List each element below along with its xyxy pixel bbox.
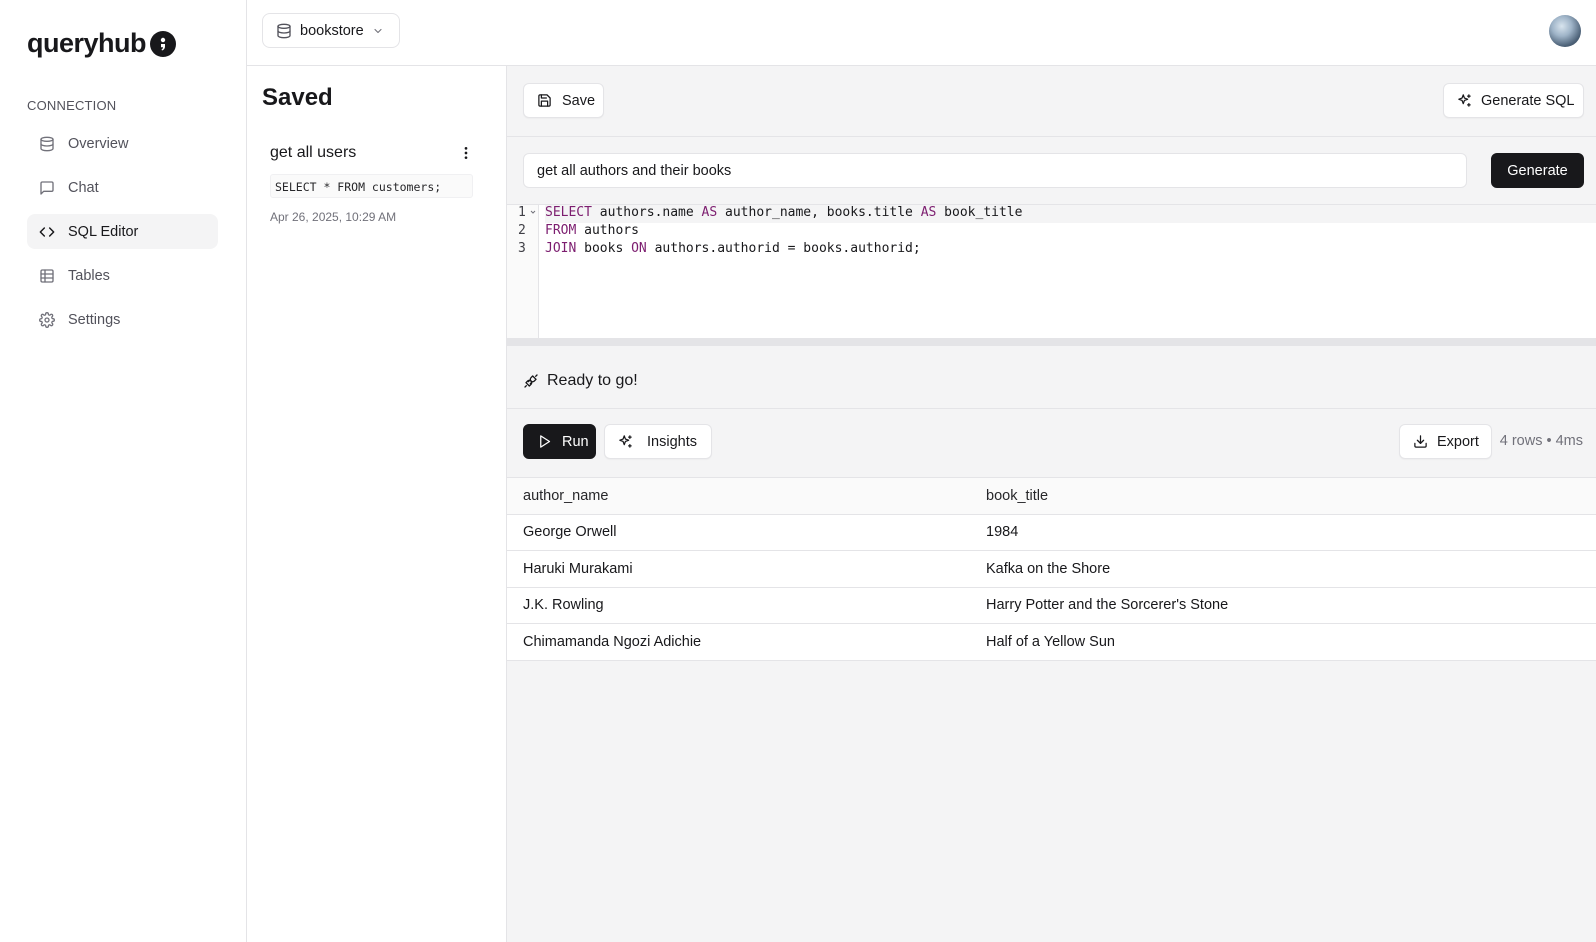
- fold-chevron-icon[interactable]: [529, 208, 537, 216]
- table-header-row: author_name book_title: [507, 477, 1596, 515]
- sidebar-nav: Overview Chat SQL Editor Tables Settings: [27, 126, 218, 346]
- generate-sql-label: Generate SQL: [1481, 92, 1575, 109]
- sidebar-item-label: Chat: [68, 179, 99, 196]
- database-icon: [39, 136, 55, 152]
- editor-toolbar: Save Generate SQL: [507, 66, 1596, 137]
- code-line: SELECT authors.name AS author_name, book…: [545, 205, 1596, 223]
- generate-button-label: Generate: [1507, 162, 1568, 179]
- table-row[interactable]: Haruki Murakami Kafka on the Shore: [507, 550, 1596, 588]
- database-icon: [276, 23, 292, 39]
- run-button-label: Run: [562, 433, 589, 450]
- prompt-input-value: get all authors and their books: [537, 162, 732, 179]
- sidebar-item-tables[interactable]: Tables: [27, 258, 218, 293]
- sidebar-item-settings[interactable]: Settings: [27, 302, 218, 337]
- sparkles-icon: [618, 434, 633, 449]
- save-button[interactable]: Save: [523, 83, 604, 118]
- table-row[interactable]: J.K. Rowling Harry Potter and the Sorcer…: [507, 587, 1596, 624]
- database-select[interactable]: bookstore: [262, 13, 400, 48]
- top-bar: bookstore: [247, 0, 1596, 66]
- logo-badge-icon: [150, 30, 177, 57]
- saved-title: Saved: [262, 84, 333, 111]
- more-vertical-icon[interactable]: [458, 145, 474, 161]
- sidebar-item-sql-editor[interactable]: SQL Editor: [27, 214, 218, 249]
- code-line: JOIN books ON authors.authorid = books.a…: [545, 241, 921, 256]
- column-header[interactable]: author_name: [507, 477, 970, 515]
- line-number: 2: [518, 223, 526, 238]
- generate-button[interactable]: Generate: [1491, 153, 1584, 188]
- avatar[interactable]: [1549, 15, 1581, 47]
- chevron-down-icon: [372, 25, 384, 37]
- insights-button-label: Insights: [647, 433, 697, 450]
- table-row[interactable]: George Orwell 1984: [507, 514, 1596, 551]
- results-actions: Run Insights Export 4 rows • 4ms: [507, 409, 1596, 477]
- code-icon: [39, 224, 55, 240]
- result-meta: 4 rows • 4ms: [1499, 433, 1583, 449]
- status-bar: Ready to go!: [507, 354, 1596, 409]
- table-cell: Half of a Yellow Sun: [970, 623, 1596, 661]
- code-line: FROM authors: [545, 223, 639, 238]
- sidebar-item-label: Overview: [68, 135, 129, 152]
- table-cell: George Orwell: [507, 514, 970, 551]
- prompt-input[interactable]: get all authors and their books: [523, 153, 1467, 188]
- sql-editor[interactable]: 1 2 3 SELECT authors.name AS author_name…: [507, 204, 1596, 346]
- save-button-label: Save: [562, 92, 596, 109]
- table-cell: Harry Potter and the Sorcerer's Stone: [970, 587, 1596, 624]
- results-table: author_name book_title George Orwell 198…: [507, 477, 1596, 661]
- message-icon: [39, 180, 55, 196]
- code-area[interactable]: SELECT authors.name AS author_name, book…: [545, 205, 1596, 259]
- column-header[interactable]: book_title: [970, 477, 1596, 515]
- gear-icon: [39, 311, 55, 328]
- sidebar-item-label: SQL Editor: [68, 223, 139, 240]
- sidebar-item-label: Tables: [68, 267, 110, 284]
- app-name: queryhub: [27, 28, 147, 58]
- results-table-container: author_name book_title George Orwell 198…: [507, 477, 1596, 661]
- status-text: Ready to go!: [547, 372, 638, 389]
- connection-section-label: CONNECTION: [27, 98, 117, 113]
- sidebar-item-label: Settings: [68, 311, 121, 328]
- save-icon: [537, 93, 552, 108]
- line-number: 3: [518, 241, 526, 256]
- table-cell: Kafka on the Shore: [970, 550, 1596, 588]
- plug-icon: [523, 373, 539, 389]
- database-select-value: bookstore: [300, 22, 364, 39]
- saved-query-sql: SELECT * FROM customers;: [270, 174, 473, 198]
- sidebar: queryhub CONNECTION Overview Chat SQL Ed…: [0, 0, 247, 942]
- table-icon: [39, 268, 55, 284]
- insights-button[interactable]: Insights: [604, 424, 712, 459]
- app-logo[interactable]: queryhub: [27, 28, 177, 59]
- table-cell: Haruki Murakami: [507, 550, 970, 588]
- table-cell: 1984: [970, 514, 1596, 551]
- play-icon: [537, 434, 552, 449]
- generate-sql-button[interactable]: Generate SQL: [1443, 83, 1584, 118]
- sidebar-item-overview[interactable]: Overview: [27, 126, 218, 161]
- table-cell: Chimamanda Ngozi Adichie: [507, 623, 970, 661]
- sparkles-icon: [1457, 93, 1472, 108]
- saved-panel: Saved get all users SELECT * FROM custom…: [247, 66, 507, 942]
- table-row[interactable]: Chimamanda Ngozi Adichie Half of a Yello…: [507, 623, 1596, 661]
- saved-query-name: get all users: [270, 144, 357, 161]
- download-icon: [1413, 434, 1428, 449]
- sidebar-item-chat[interactable]: Chat: [27, 170, 218, 205]
- line-number: 1: [507, 205, 538, 223]
- line-gutter: 1 2 3: [507, 205, 539, 338]
- main-area: Save Generate SQL get all authors and th…: [507, 66, 1596, 942]
- saved-query-date: Apr 26, 2025, 10:29 AM: [270, 210, 397, 224]
- export-button[interactable]: Export: [1399, 424, 1492, 459]
- table-cell: J.K. Rowling: [507, 587, 970, 624]
- export-button-label: Export: [1437, 433, 1479, 450]
- run-button[interactable]: Run: [523, 424, 596, 459]
